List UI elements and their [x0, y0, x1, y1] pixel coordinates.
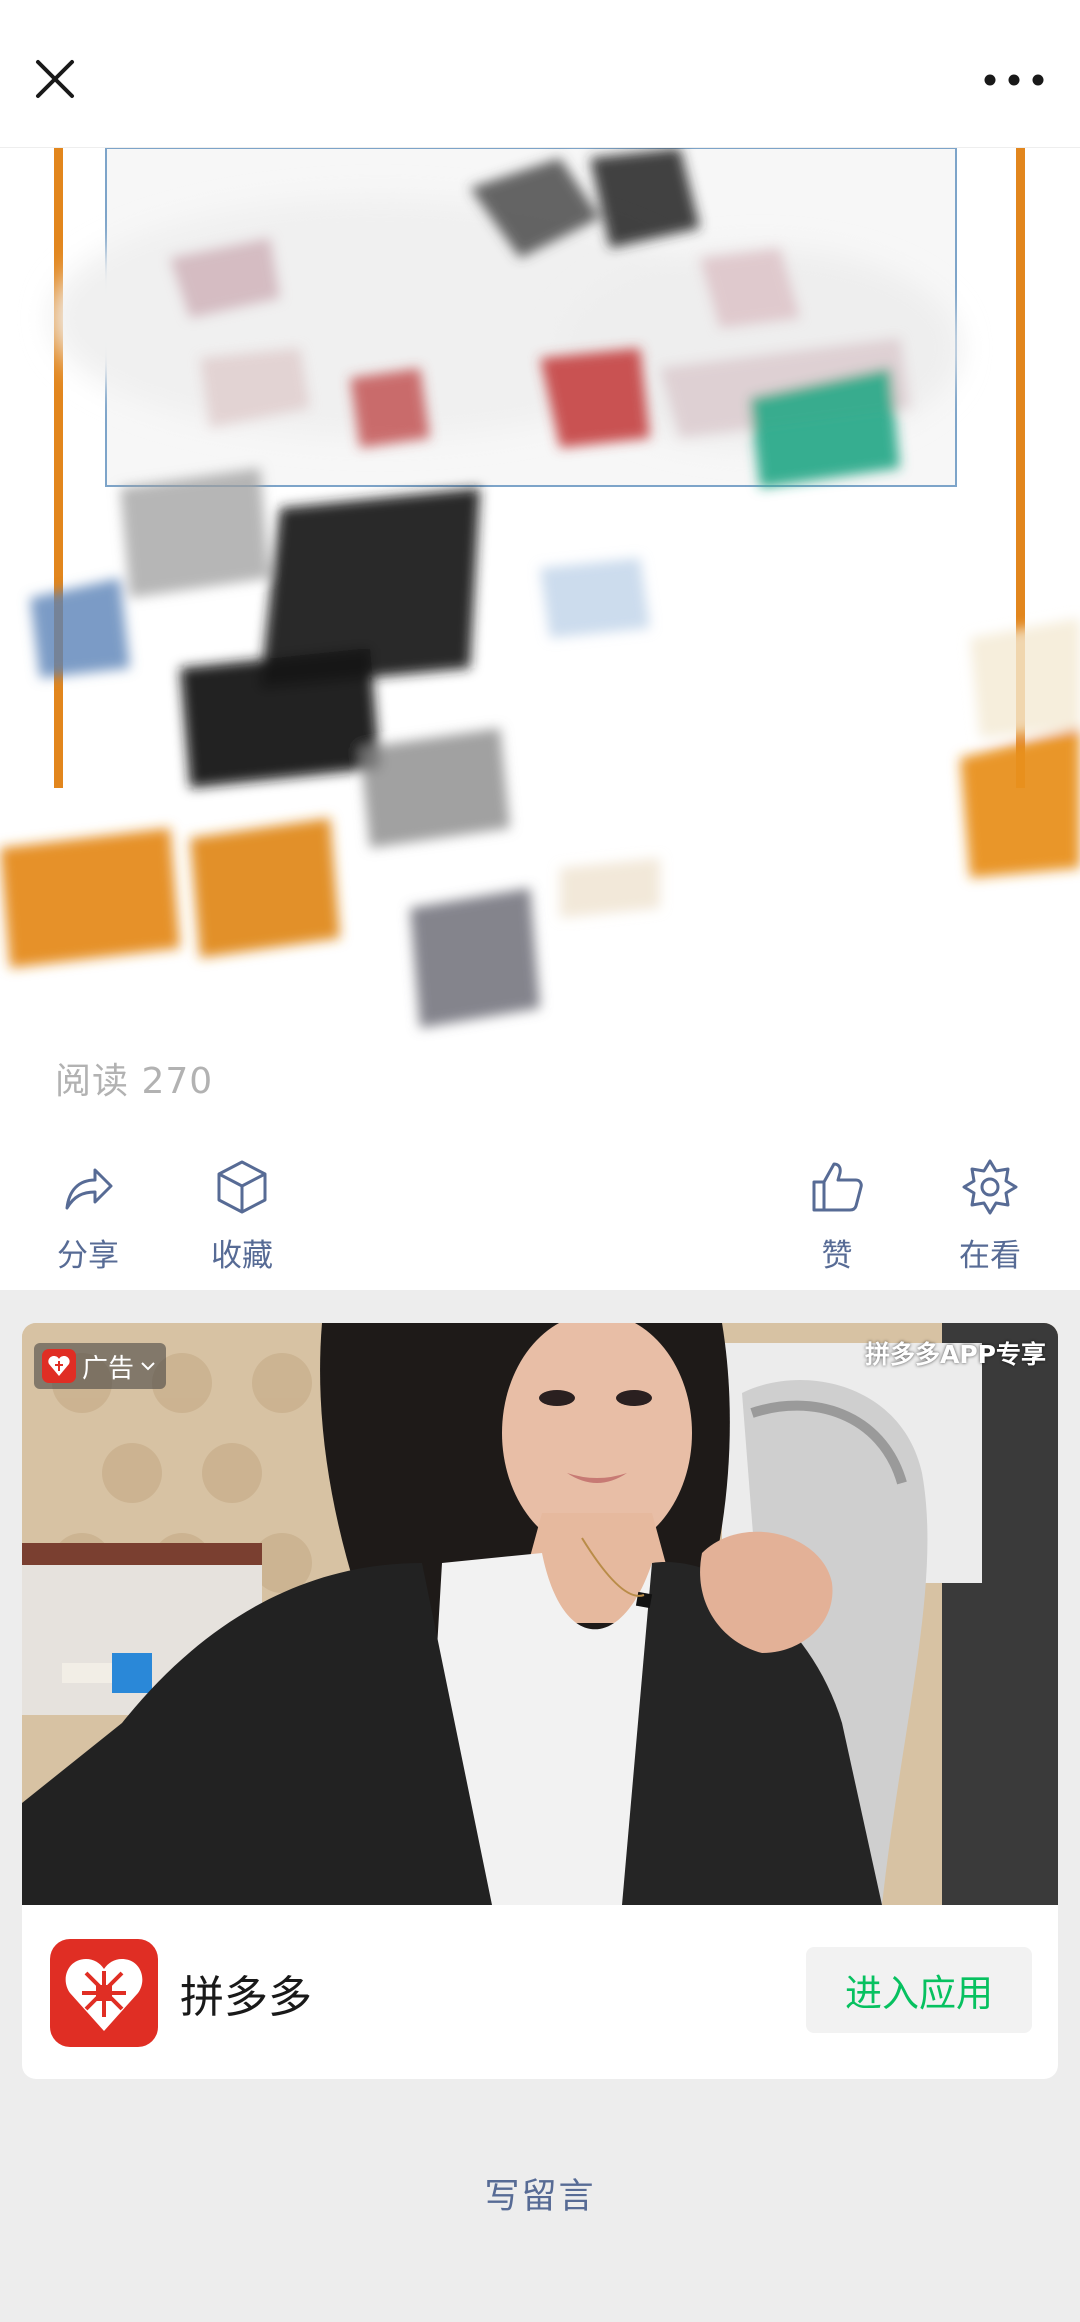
close-icon — [36, 60, 74, 98]
ad-photo[interactable]: 广告 拼多多APP专享 — [22, 1323, 1058, 1905]
wow-label: 在看 — [959, 1238, 1021, 1274]
pinduoduo-mini-logo — [42, 1349, 76, 1383]
favorite-label: 收藏 — [211, 1238, 273, 1274]
like-icon — [812, 1162, 863, 1212]
more-icon — [984, 74, 1044, 86]
top-bar — [0, 0, 1080, 148]
ad-exclusive-tag: 拼多多APP专享 — [865, 1340, 1046, 1369]
wow-icon — [962, 1159, 1018, 1215]
close-button[interactable] — [22, 46, 88, 112]
ad-card[interactable]: 广告 拼多多APP专享 拼多多 进入应用 — [22, 1323, 1058, 2079]
share-label: 分享 — [57, 1238, 119, 1274]
chevron-down-icon — [141, 1362, 155, 1371]
ad-badge-label: 广告 — [82, 1353, 135, 1384]
like-label: 赞 — [821, 1238, 853, 1274]
app-name: 拼多多 — [180, 1972, 312, 2023]
pinduoduo-logo — [50, 1939, 158, 2047]
favorite-icon — [217, 1160, 267, 1214]
write-comment-button[interactable]: 写留言 — [0, 2168, 1080, 2219]
article-image — [0, 148, 1080, 1048]
read-count: 阅读 270 — [55, 1061, 214, 1102]
like-button[interactable]: 赞 — [777, 1158, 897, 1275]
share-icon — [65, 1168, 113, 1210]
ad-badge[interactable]: 广告 — [34, 1343, 167, 1389]
favorite-button[interactable]: 收藏 — [182, 1158, 302, 1275]
more-button[interactable] — [978, 56, 1050, 104]
enter-app-button[interactable]: 进入应用 — [806, 1947, 1032, 2033]
wow-button[interactable]: 在看 — [930, 1158, 1050, 1275]
ad-footer[interactable]: 拼多多 进入应用 — [22, 1905, 1058, 2079]
share-button[interactable]: 分享 — [28, 1158, 148, 1275]
